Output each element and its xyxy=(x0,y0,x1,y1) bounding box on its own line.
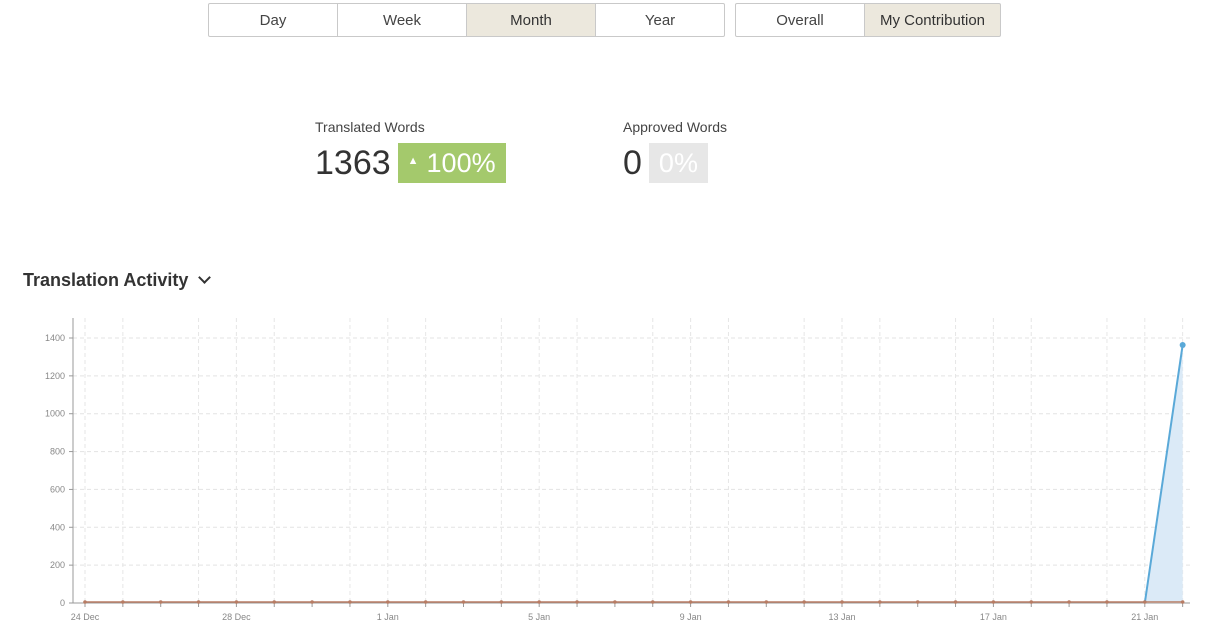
baseline-point xyxy=(196,600,201,604)
baseline-point xyxy=(499,600,504,604)
baseline-point xyxy=(764,600,769,604)
baseline-point xyxy=(461,600,466,604)
day-button[interactable]: Day xyxy=(208,3,338,37)
baseline-point xyxy=(650,600,655,604)
approved-words-stat: Approved Words 0 0% xyxy=(623,119,727,183)
baseline-point xyxy=(915,600,920,604)
y-tick-label: 200 xyxy=(50,560,65,570)
y-tick-label: 0 xyxy=(60,598,65,608)
baseline-point xyxy=(234,600,239,604)
x-tick-label: 5 Jan xyxy=(528,612,550,622)
y-tick-label: 1200 xyxy=(45,371,65,381)
baseline-point xyxy=(386,600,390,604)
baseline-point xyxy=(1143,600,1147,604)
baseline-point xyxy=(310,600,314,604)
baseline-point xyxy=(121,600,125,604)
baseline-point xyxy=(1105,600,1109,604)
baseline-point xyxy=(840,600,844,604)
baseline-point xyxy=(575,600,579,604)
baseline-point xyxy=(613,600,617,604)
approved-words-label: Approved Words xyxy=(623,119,728,135)
month-button[interactable]: Month xyxy=(466,3,596,37)
baseline-point xyxy=(1029,600,1034,604)
approved-change-badge: 0% xyxy=(648,143,708,183)
baseline-point xyxy=(878,600,882,604)
period-selector: Day Week Month Year xyxy=(208,3,725,37)
x-tick-label: 1 Jan xyxy=(377,612,399,622)
year-button[interactable]: Year xyxy=(595,3,725,37)
x-tick-label: 9 Jan xyxy=(680,612,702,622)
y-tick-label: 800 xyxy=(50,447,65,457)
overall-button[interactable]: Overall xyxy=(735,3,865,37)
baseline-point xyxy=(537,600,541,604)
week-button[interactable]: Week xyxy=(337,3,467,37)
x-tick-label: 21 Jan xyxy=(1131,612,1158,622)
baseline-point xyxy=(348,600,352,604)
activity-chart: 0 200 400 600 800 1000 1200 1400 24 Dec 28 Dec 1 J… xyxy=(45,318,1190,622)
translated-words-value: 1363 xyxy=(315,144,391,182)
baseline-point xyxy=(158,600,163,604)
y-tick-label: 400 xyxy=(50,522,65,532)
translated-words-stat: Translated Words 1363 ▲ 100% xyxy=(315,119,506,183)
x-tick-label: 24 Dec xyxy=(71,612,100,622)
baseline-point xyxy=(802,600,806,604)
data-point xyxy=(1179,342,1186,349)
baseline-point xyxy=(688,600,693,604)
y-tick-label: 1000 xyxy=(45,409,65,419)
my-contribution-button[interactable]: My Contribution xyxy=(864,3,1001,37)
baseline-point xyxy=(726,600,731,604)
scope-selector: Overall My Contribution xyxy=(735,3,1001,37)
baseline-point xyxy=(991,600,996,604)
up-arrow-icon: ▲ xyxy=(407,155,419,167)
baseline-point xyxy=(953,600,958,604)
translated-change-badge: ▲ 100% xyxy=(397,143,506,183)
chevron-down-icon xyxy=(198,271,212,284)
x-tick-label: 13 Jan xyxy=(828,612,855,622)
baseline-point xyxy=(1180,600,1185,604)
x-tick-label: 17 Jan xyxy=(980,612,1007,622)
x-tick-label: 28 Dec xyxy=(222,612,251,622)
y-tick-label: 600 xyxy=(50,484,65,494)
translation-activity-dropdown[interactable]: Translation Activity xyxy=(23,270,212,291)
translated-change-value: 100% xyxy=(426,147,496,178)
approved-change-value: 0% xyxy=(658,147,698,178)
baseline-point xyxy=(272,600,277,604)
y-tick-label: 1400 xyxy=(45,333,65,343)
translated-words-label: Translated Words xyxy=(315,119,425,135)
baseline-point xyxy=(423,600,428,604)
baseline-point xyxy=(1067,600,1071,604)
approved-words-value: 0 xyxy=(623,144,642,182)
section-title: Translation Activity xyxy=(23,270,189,290)
baseline-point xyxy=(83,600,87,604)
